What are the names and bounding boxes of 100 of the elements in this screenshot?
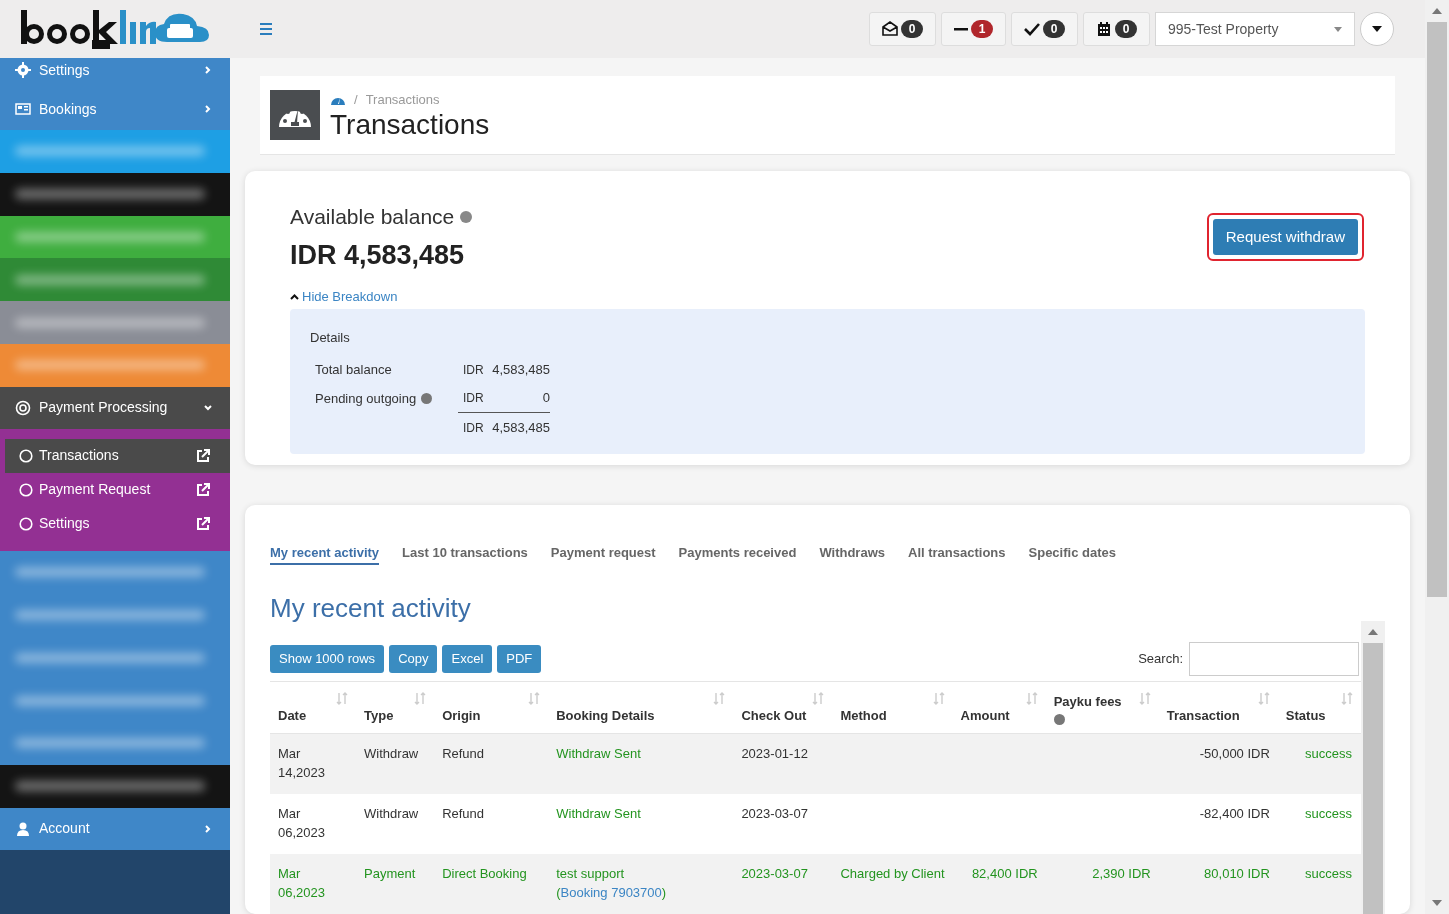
external-link-icon xyxy=(196,482,210,497)
currency-label: IDR xyxy=(462,419,484,437)
column-header[interactable]: Date xyxy=(278,707,335,725)
search-field[interactable] xyxy=(1189,642,1359,676)
request-withdraw-button[interactable]: Request withdraw xyxy=(1212,219,1358,256)
counter-button[interactable]: 1 xyxy=(941,12,1006,46)
submenu-item[interactable]: Payment Request xyxy=(5,472,230,507)
status-text: success xyxy=(1305,806,1353,821)
balance-amount: IDR 4,583,485 xyxy=(290,238,466,272)
breadcrumb-separator: / xyxy=(354,91,358,110)
page-title: Transactions xyxy=(330,109,490,140)
column-header[interactable]: Method xyxy=(840,707,931,725)
breakdown-value: 0 xyxy=(542,389,550,408)
table-cell: Payment xyxy=(364,866,416,881)
sort-icon[interactable] xyxy=(1138,692,1151,705)
tab[interactable]: My recent activity xyxy=(270,542,380,565)
circle-icon xyxy=(19,482,33,497)
arrow-up-icon[interactable] xyxy=(1432,8,1442,14)
sort-icon[interactable] xyxy=(414,692,427,705)
currency-label: IDR xyxy=(462,361,484,379)
sort-icon[interactable] xyxy=(932,692,945,705)
table-cell: 2023-03-07 xyxy=(741,806,808,821)
table-cell: 82,400 IDR xyxy=(971,866,1038,881)
column-header[interactable]: Check Out xyxy=(741,707,811,725)
tab[interactable]: All transactions xyxy=(908,542,1006,565)
submenu-item[interactable]: Settings xyxy=(5,506,230,541)
dashboard-icon xyxy=(270,90,320,141)
tab[interactable]: Payment request xyxy=(550,542,656,565)
table-cell: Mar 06,2023 xyxy=(278,866,325,900)
count-badge: 0 xyxy=(901,20,923,38)
table-cell: 2023-01-12 xyxy=(741,746,808,761)
tab[interactable]: Specific dates xyxy=(1028,542,1116,565)
chevron-icon xyxy=(204,105,212,113)
sort-icon[interactable] xyxy=(336,692,349,705)
help-icon[interactable] xyxy=(460,210,473,223)
breakdown-value: 4,583,485 xyxy=(492,360,550,379)
caret-icon xyxy=(1334,26,1342,32)
breakdown-total: 4,583,485 xyxy=(492,418,550,437)
external-link-icon xyxy=(196,516,210,531)
help-icon[interactable] xyxy=(1053,714,1065,725)
column-header[interactable]: Origin xyxy=(442,707,527,725)
table-scrollbar[interactable] xyxy=(1361,621,1385,914)
counter-button[interactable]: 0 xyxy=(1011,12,1078,46)
table-cell: Withdraw xyxy=(364,746,419,761)
arrow-down-icon[interactable] xyxy=(1432,900,1442,906)
table-cell: Mar 06,2023 xyxy=(278,806,325,840)
table-cell: Withdraw Sent xyxy=(556,746,641,761)
blurred-menu-item[interactable] xyxy=(0,172,230,216)
external-link-icon xyxy=(196,448,210,463)
column-header[interactable]: Type xyxy=(364,707,413,725)
property-select[interactable]: 995-Test Property xyxy=(1155,12,1355,46)
column-header[interactable]: Transaction xyxy=(1166,707,1256,725)
table-cell: test support (Booking 7903700) xyxy=(556,866,667,900)
export-button[interactable]: Copy xyxy=(389,645,438,673)
sort-icon[interactable] xyxy=(812,692,825,705)
chevron-icon xyxy=(290,293,299,300)
column-header[interactable]: Status xyxy=(1285,707,1339,725)
column-header[interactable]: Booking Details xyxy=(556,707,712,725)
help-icon[interactable] xyxy=(421,393,433,405)
blurred-menu-item[interactable] xyxy=(0,764,230,808)
sort-icon[interactable] xyxy=(1257,692,1270,705)
counter-button[interactable]: 0 xyxy=(869,12,936,46)
tab[interactable]: Payments received xyxy=(678,542,797,565)
column-header[interactable]: Amount xyxy=(960,707,1024,725)
counter-button[interactable]: 0 xyxy=(1083,12,1150,46)
arrow-up-icon[interactable] xyxy=(1368,629,1378,635)
hide-breakdown-link[interactable]: Hide Breakdown xyxy=(290,287,398,307)
sort-icon[interactable] xyxy=(528,692,541,705)
submenu-item[interactable]: Transactions xyxy=(5,438,230,473)
table-cell: Refund xyxy=(442,806,485,821)
sidebar-item[interactable]: Account xyxy=(0,807,230,850)
table-cell: Withdraw Sent xyxy=(556,806,641,821)
tab[interactable]: Withdraws xyxy=(819,542,885,565)
booking-link[interactable]: Booking 7903700 xyxy=(560,885,662,900)
export-button[interactable]: PDF xyxy=(497,645,542,673)
gear-icon xyxy=(15,62,31,78)
table-cell: 2023-03-07 xyxy=(741,866,808,881)
sort-icon[interactable] xyxy=(1025,692,1038,705)
column-header[interactable]: Payku fees xyxy=(1053,693,1137,711)
count-badge: 0 xyxy=(1043,20,1065,38)
table-cell: Refund xyxy=(442,746,485,761)
tab[interactable]: Last 10 transactions xyxy=(402,542,528,565)
table-cell: 2,390 IDR xyxy=(1092,866,1151,881)
sort-icon[interactable] xyxy=(1341,692,1353,705)
breakdown-label: Pending outgoing xyxy=(315,389,417,408)
menu-icon[interactable] xyxy=(260,23,272,35)
export-button[interactable]: Excel xyxy=(442,645,493,673)
calendar-icon xyxy=(1096,21,1112,37)
sidebar-item[interactable]: Payment Processing xyxy=(0,386,230,429)
table-cell: Charged by Client xyxy=(840,866,945,881)
target-icon xyxy=(15,399,31,416)
blurred-menu-item[interactable] xyxy=(0,215,230,259)
sort-icon[interactable] xyxy=(713,692,726,705)
export-button[interactable]: Show 1000 rows xyxy=(270,645,385,673)
table-cell: Direct Booking xyxy=(442,866,527,881)
sidebar-item[interactable]: Settings xyxy=(0,58,230,82)
dropdown-button[interactable] xyxy=(1360,12,1394,46)
circle-icon xyxy=(19,448,33,463)
sidebar-item[interactable]: Bookings xyxy=(0,88,230,130)
caret-icon xyxy=(1372,26,1382,32)
